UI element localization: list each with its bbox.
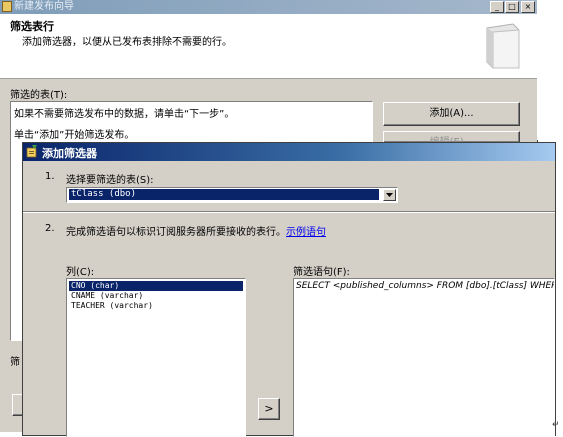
example-statement-link[interactable]: 示例语句	[286, 227, 326, 238]
columns-list[interactable]: CNO (char) CNAME (varchar) TEACHER (varc…	[66, 278, 246, 437]
list-item-column[interactable]: CNO (char)	[69, 281, 243, 291]
background-area	[537, 0, 563, 140]
filter-statement-label: 筛选语句(F):	[293, 267, 350, 278]
chevron-down-icon	[386, 193, 393, 197]
wizard-title-bar[interactable]: 新建发布向导 _ □ ×	[0, 0, 537, 14]
minimize-button[interactable]: _	[490, 1, 504, 13]
list-item-column[interactable]: TEACHER (varchar)	[69, 301, 243, 311]
filter-statement-text: SELECT <published_columns> FROM [dbo].[t…	[296, 281, 555, 291]
filter-statement-input[interactable]: SELECT <published_columns> FROM [dbo].[t…	[293, 278, 555, 437]
step1-number: 1.	[45, 171, 55, 182]
list-item-column[interactable]: CNAME (varchar)	[69, 291, 243, 301]
list-item: 单击“添加”开始筛选发布。	[14, 130, 135, 141]
step2-text: 完成筛选语句以标识订阅服务器所要接收的表行。	[66, 227, 286, 238]
table-select-value: tClass (dbo)	[69, 189, 379, 200]
close-button[interactable]: ×	[521, 1, 535, 13]
maximize-button[interactable]: □	[505, 1, 519, 13]
columns-label: 列(C):	[66, 267, 95, 278]
wizard-title: 新建发布向导	[14, 1, 74, 12]
bottom-label: 筛	[10, 357, 20, 368]
list-item: 如果不需要筛选发布中的数据，请单击“下一步”。	[14, 109, 235, 120]
insert-column-button[interactable]: >	[258, 398, 280, 420]
dialog-title-bar[interactable]: 添加筛选器	[23, 143, 555, 161]
wizard-app-icon	[2, 1, 12, 12]
add-button[interactable]: 添加(A)...	[383, 102, 520, 126]
wizard-header-graphic-icon	[486, 23, 520, 69]
add-filter-dialog: 添加筛选器 1. 选择要筛选的表(S): tClass (dbo) 2. 完成筛…	[22, 142, 556, 437]
dropdown-button[interactable]	[383, 189, 396, 201]
filter-icon	[26, 145, 37, 158]
step2-number: 2.	[45, 223, 55, 234]
step1-label: 选择要筛选的表(S):	[66, 175, 154, 186]
page-heading: 筛选表行	[10, 20, 54, 33]
table-select[interactable]: tClass (dbo)	[66, 187, 398, 203]
divider	[23, 211, 555, 213]
step2-label: 完成筛选语句以标识订阅服务器所要接收的表行。示例语句	[66, 223, 326, 238]
filtered-tables-label: 筛选的表(T):	[10, 90, 68, 101]
page-description: 添加筛选器，以便从已发布表排除不需要的行。	[22, 37, 232, 48]
dialog-title: 添加筛选器	[42, 147, 97, 160]
paragraph-return-mark: ↵	[552, 420, 560, 430]
